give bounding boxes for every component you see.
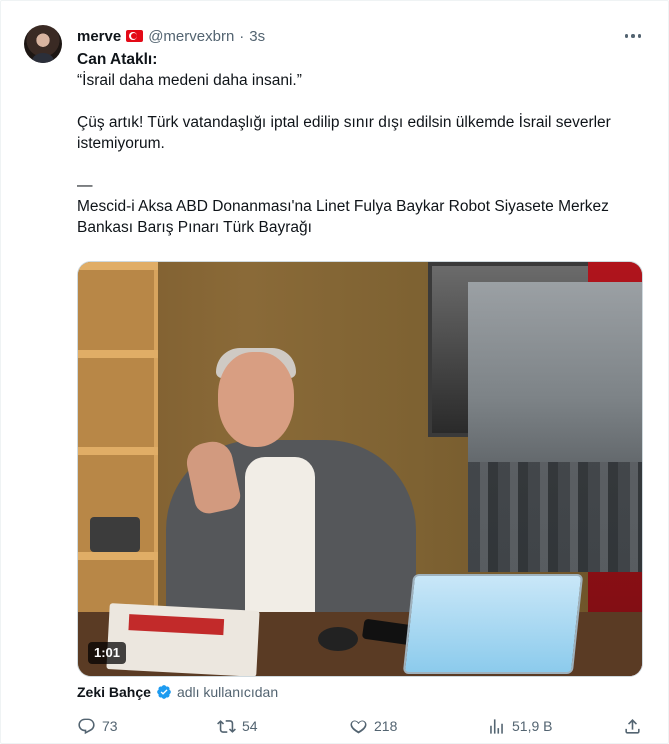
reply-button[interactable]: 73 bbox=[77, 714, 118, 738]
verified-badge-icon bbox=[157, 685, 171, 699]
radio bbox=[90, 517, 140, 552]
retweet-count: 54 bbox=[242, 718, 258, 734]
video-attribution: Zeki Bahçe adlı kullanıcıdan bbox=[77, 682, 278, 702]
tweet-card: merve @mervexbrn · 3s Can Ataklı: “İsrai… bbox=[0, 0, 669, 744]
reply-count: 73 bbox=[102, 718, 118, 734]
comment-text: Çüş artık! Türk vatandaşlığı iptal edili… bbox=[77, 114, 611, 152]
attribution-name[interactable]: Zeki Bahçe bbox=[77, 684, 151, 700]
heart-icon bbox=[350, 719, 367, 733]
tweet-header: merve @mervexbrn · 3s bbox=[77, 26, 265, 46]
computer-mouse bbox=[318, 627, 358, 651]
tweet-time[interactable]: 3s bbox=[249, 28, 265, 45]
video-duration-badge: 1:01 bbox=[88, 642, 127, 664]
like-button[interactable]: 218 bbox=[349, 714, 397, 738]
video-player[interactable]: 1:01 bbox=[77, 261, 643, 677]
retweet-icon bbox=[217, 719, 236, 733]
views-count: 51,9 B bbox=[512, 718, 553, 734]
avatar[interactable] bbox=[24, 25, 62, 63]
quoted-person: Can Ataklı: bbox=[77, 51, 158, 68]
bookshelf bbox=[78, 262, 158, 612]
more-options-icon[interactable] bbox=[621, 27, 645, 45]
attribution-suffix: adlı kullanıcıdan bbox=[176, 684, 279, 700]
like-count: 218 bbox=[374, 718, 398, 734]
dash-separator: — bbox=[77, 177, 93, 194]
action-bar: 73 54 218 51,9 B bbox=[77, 714, 647, 738]
laptop bbox=[402, 574, 584, 674]
author-handle[interactable]: @mervexbrn bbox=[148, 28, 234, 45]
views-chart-icon bbox=[490, 718, 503, 734]
keywords-text: Mescid-i Aksa ABD Donanması'na Linet Ful… bbox=[77, 198, 609, 236]
city-skyline bbox=[468, 462, 642, 572]
share-icon bbox=[625, 718, 640, 734]
tweet-text: Can Ataklı: “İsrail daha medeni daha ins… bbox=[77, 49, 647, 238]
retweet-button[interactable]: 54 bbox=[217, 714, 258, 738]
person-head bbox=[218, 352, 294, 447]
newspaper bbox=[106, 603, 260, 676]
share-button[interactable] bbox=[623, 714, 642, 738]
quote-text: “İsrail daha medeni daha insani.” bbox=[77, 72, 302, 89]
separator-dot: · bbox=[239, 27, 245, 45]
views-button[interactable]: 51,9 B bbox=[487, 714, 552, 738]
author-name[interactable]: merve bbox=[77, 28, 121, 45]
reply-icon bbox=[78, 718, 95, 734]
turkey-flag-icon bbox=[126, 30, 144, 42]
